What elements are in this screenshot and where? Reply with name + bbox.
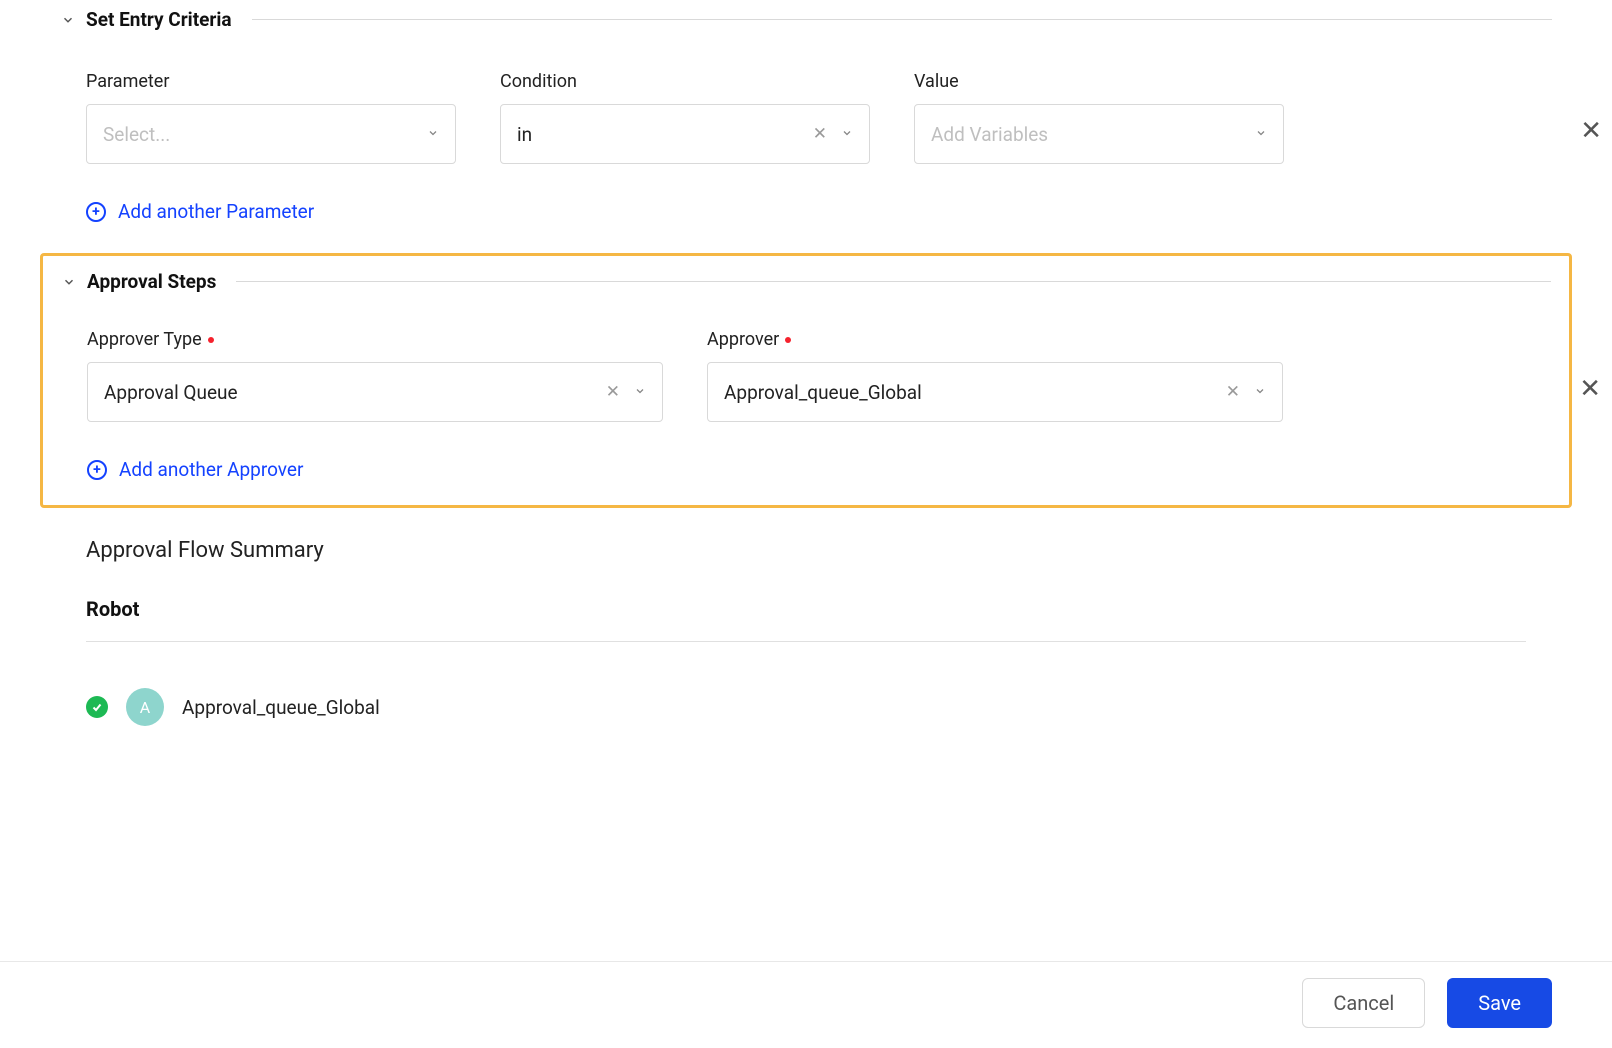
parameter-placeholder: Select... bbox=[103, 123, 421, 146]
section-title: Approval Steps bbox=[87, 270, 216, 293]
value-placeholder: Add Variables bbox=[931, 123, 1249, 146]
approver-type-value: Approval Queue bbox=[104, 381, 598, 404]
chevron-down-icon bbox=[835, 127, 853, 142]
field-parameter: Parameter Select... bbox=[86, 71, 456, 164]
add-approver-label: Add another Approver bbox=[119, 458, 303, 481]
section-divider bbox=[252, 19, 1552, 20]
save-button[interactable]: Save bbox=[1447, 978, 1552, 1028]
label-value: Value bbox=[914, 71, 1284, 92]
section-divider bbox=[236, 281, 1551, 282]
chevron-down-icon[interactable] bbox=[61, 275, 77, 289]
cancel-button[interactable]: Cancel bbox=[1302, 978, 1425, 1028]
approver-select[interactable]: Approval_queue_Global ✕ bbox=[707, 362, 1283, 422]
summary-divider bbox=[86, 641, 1526, 642]
label-condition: Condition bbox=[500, 71, 870, 92]
add-parameter-button[interactable]: + Add another Parameter bbox=[86, 200, 314, 223]
chevron-down-icon bbox=[421, 127, 439, 142]
required-dot-icon bbox=[785, 337, 791, 343]
summary-item: A Approval_queue_Global bbox=[86, 688, 1526, 726]
chevron-down-icon bbox=[1248, 385, 1266, 400]
remove-row-icon[interactable]: ✕ bbox=[1580, 118, 1602, 144]
add-parameter-label: Add another Parameter bbox=[118, 200, 314, 223]
check-circle-icon bbox=[86, 696, 108, 718]
summary-title: Approval Flow Summary bbox=[86, 538, 1526, 563]
section-header-entry-criteria: Set Entry Criteria bbox=[60, 8, 1552, 31]
field-condition: Condition in ✕ bbox=[500, 71, 870, 164]
chevron-down-icon bbox=[1249, 127, 1267, 142]
value-select[interactable]: Add Variables bbox=[914, 104, 1284, 164]
summary-group-title: Robot bbox=[86, 597, 1526, 621]
approver-row: Approver Type Approval Queue ✕ Approver … bbox=[61, 329, 1551, 422]
chevron-down-icon[interactable] bbox=[60, 13, 76, 27]
field-approver-type: Approver Type Approval Queue ✕ bbox=[87, 329, 663, 422]
section-entry-criteria: Set Entry Criteria Parameter Select... C… bbox=[0, 0, 1612, 253]
section-header-approval-steps: Approval Steps bbox=[61, 270, 1551, 293]
label-approver-type: Approver Type bbox=[87, 329, 663, 350]
field-approver: Approver Approval_queue_Global ✕ bbox=[707, 329, 1283, 422]
criteria-row: Parameter Select... Condition in ✕ bbox=[60, 71, 1552, 164]
remove-row-icon[interactable]: ✕ bbox=[1579, 376, 1601, 402]
field-value: Value Add Variables bbox=[914, 71, 1284, 164]
add-approver-button[interactable]: + Add another Approver bbox=[87, 458, 303, 481]
label-parameter: Parameter bbox=[86, 71, 456, 92]
approval-flow-summary: Approval Flow Summary Robot A Approval_q… bbox=[0, 508, 1612, 756]
summary-item-name: Approval_queue_Global bbox=[182, 696, 380, 719]
avatar: A bbox=[126, 688, 164, 726]
section-approval-steps: Approval Steps Approver Type Approval Qu… bbox=[40, 253, 1572, 508]
label-approver: Approver bbox=[707, 329, 1283, 350]
plus-circle-icon: + bbox=[86, 202, 106, 222]
approver-type-select[interactable]: Approval Queue ✕ bbox=[87, 362, 663, 422]
plus-circle-icon: + bbox=[87, 460, 107, 480]
condition-select[interactable]: in ✕ bbox=[500, 104, 870, 164]
condition-value: in bbox=[517, 123, 805, 146]
chevron-down-icon bbox=[628, 385, 646, 400]
clear-icon[interactable]: ✕ bbox=[598, 382, 628, 402]
approver-value: Approval_queue_Global bbox=[724, 381, 1218, 404]
footer: Cancel Save bbox=[0, 961, 1612, 1048]
required-dot-icon bbox=[208, 337, 214, 343]
clear-icon[interactable]: ✕ bbox=[805, 124, 835, 144]
clear-icon[interactable]: ✕ bbox=[1218, 382, 1248, 402]
section-title: Set Entry Criteria bbox=[86, 8, 232, 31]
parameter-select[interactable]: Select... bbox=[86, 104, 456, 164]
